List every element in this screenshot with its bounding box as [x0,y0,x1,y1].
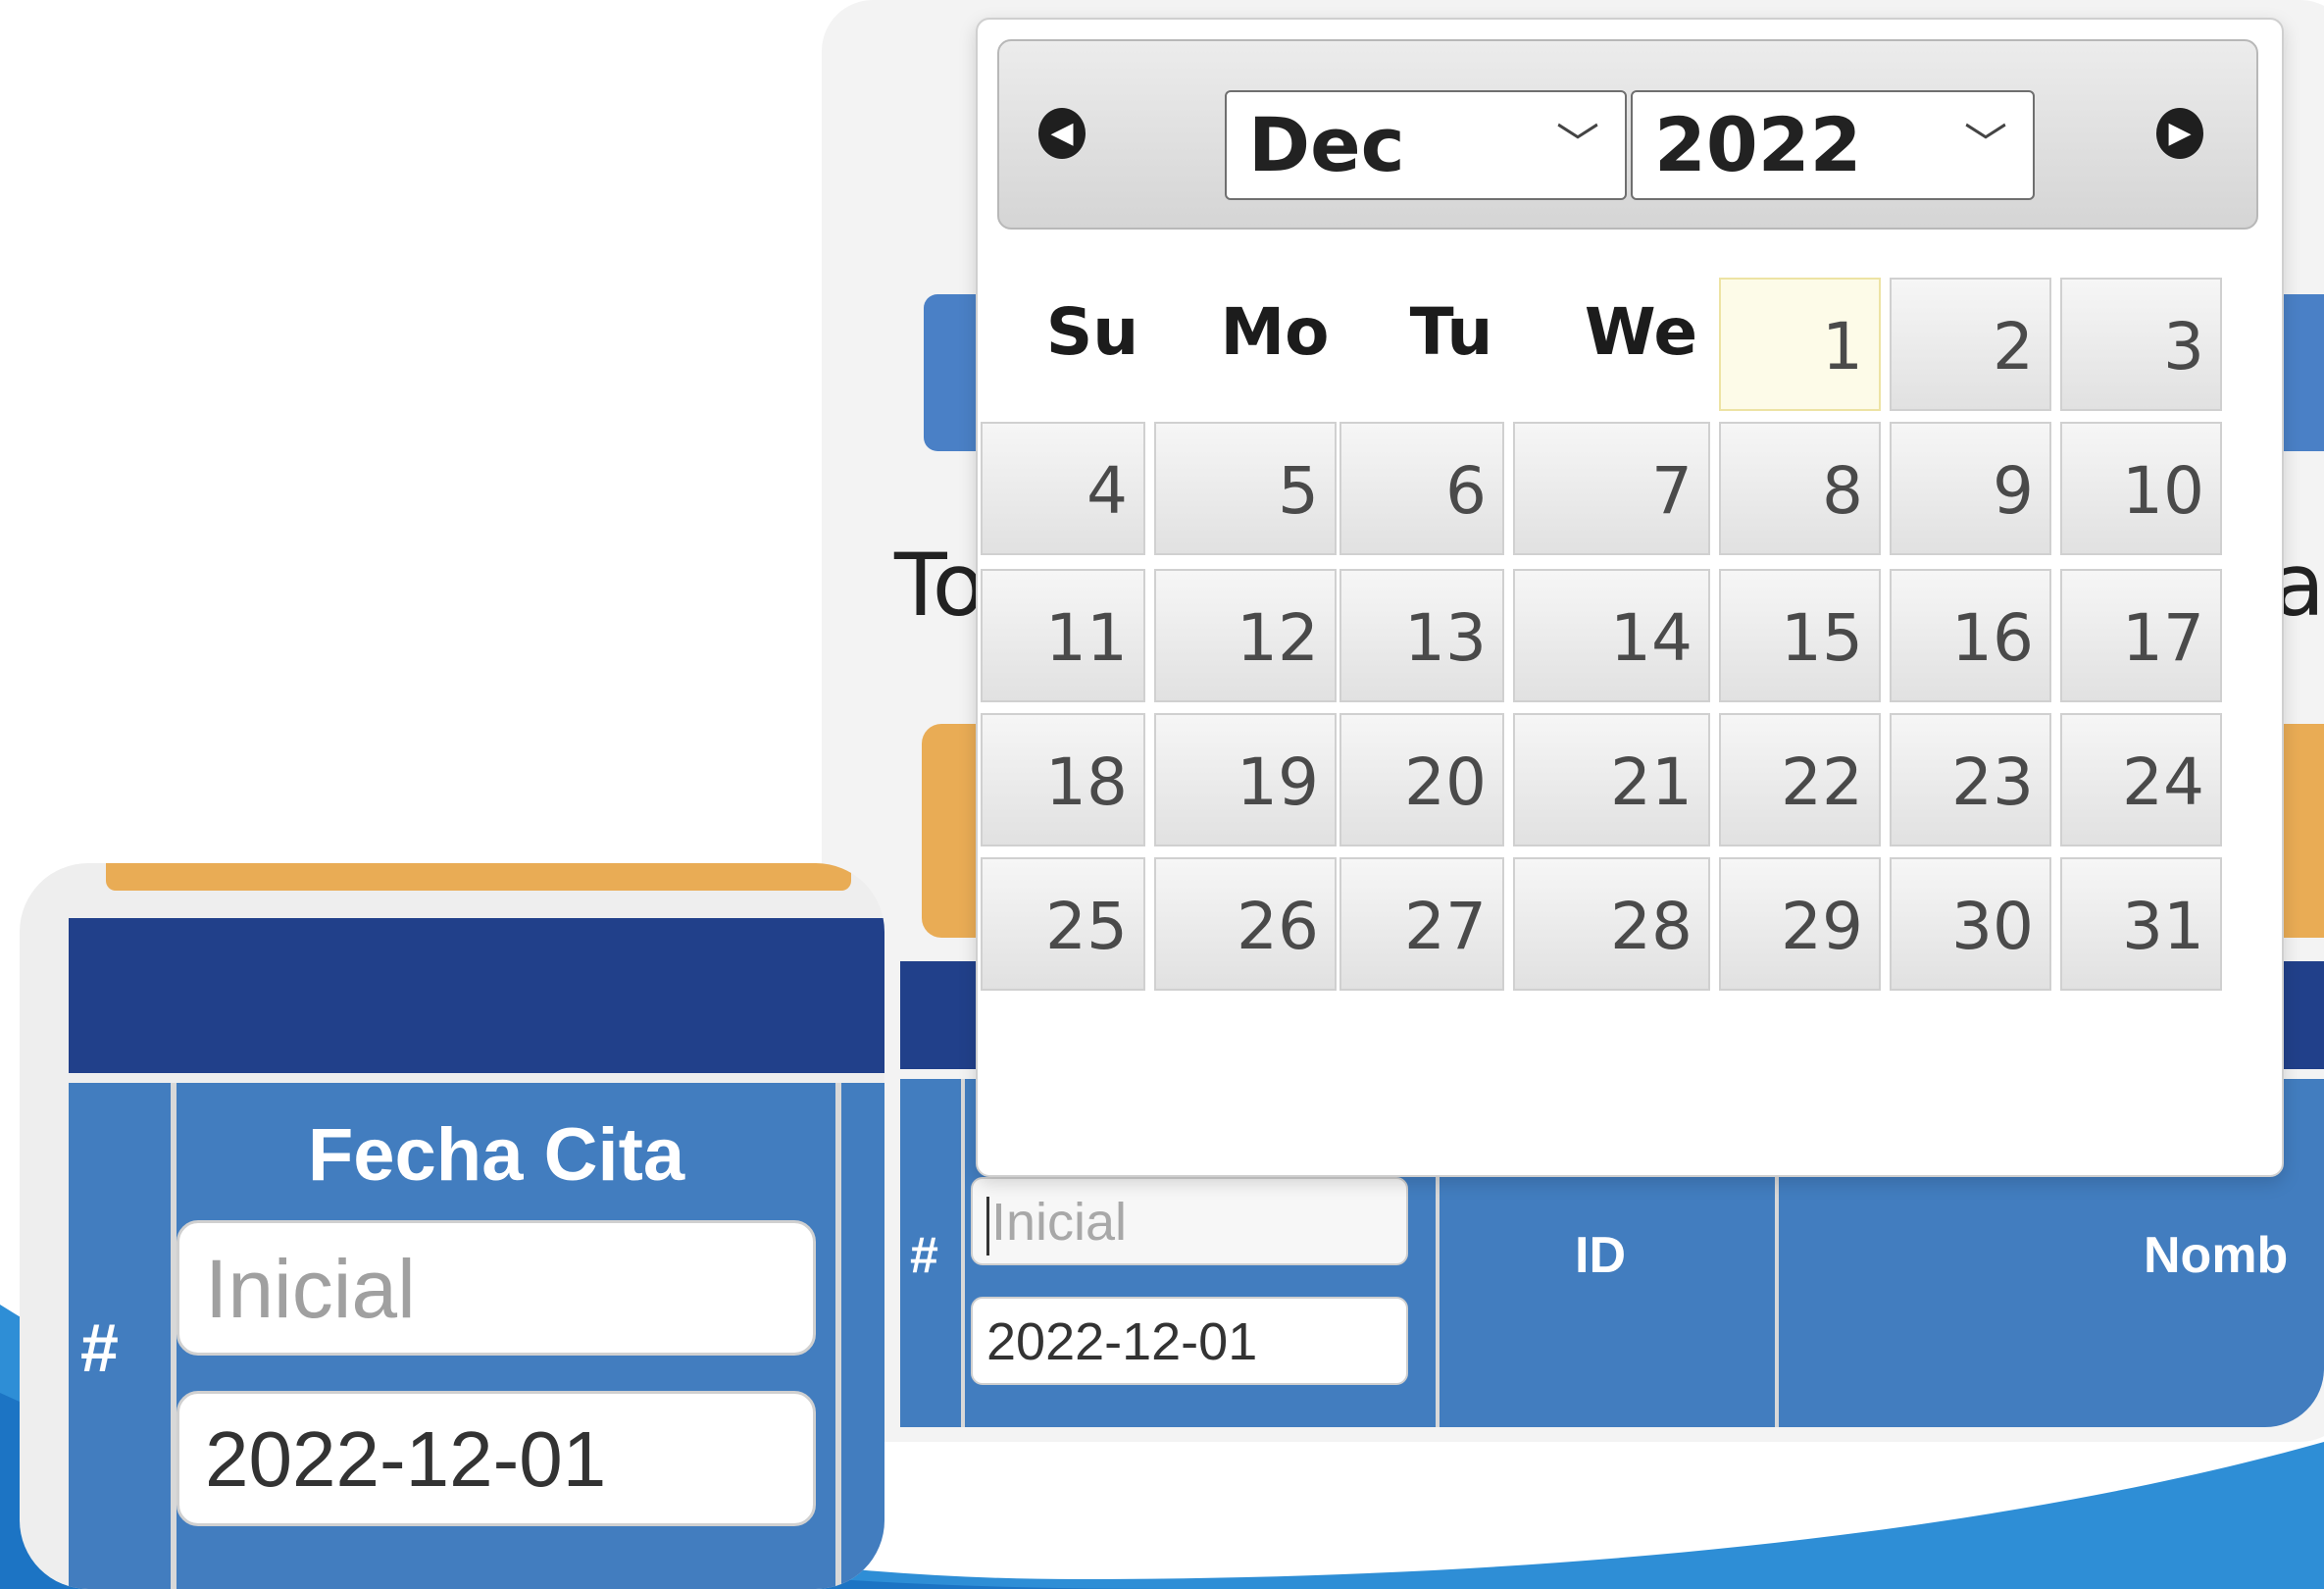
fecha-inicial-placeholder: Inicial [991,1193,1128,1252]
column-header-id[interactable]: ID [1575,1226,1626,1285]
calendar-day-19[interactable]: 19 [1154,713,1337,846]
chevron-down-icon: ﹀ [1964,120,2007,170]
calendar-day-1[interactable]: 1 [1719,278,1881,411]
next-arrow-icon[interactable]: ▶ [2156,108,2203,159]
calendar-day-13[interactable]: 13 [1339,569,1504,702]
zoom-column-title: Fecha Cita [307,1113,685,1197]
month-select[interactable]: Dec ﹀ [1225,90,1627,200]
calendar-day-14[interactable]: 14 [1513,569,1710,702]
calendar-day-30[interactable]: 30 [1890,857,2051,991]
zoom-column-hash: # [80,1309,119,1386]
calendar-day-23[interactable]: 23 [1890,713,2051,846]
weekday-we: We [1584,294,1698,370]
calendar-day-21[interactable]: 21 [1513,713,1710,846]
calendar-day-11[interactable]: 11 [981,569,1145,702]
calendar-day-3[interactable]: 3 [2060,278,2222,411]
year-select-value: 2022 [1654,101,1862,188]
weekday-tu: Tu [1409,294,1493,370]
calendar-day-27[interactable]: 27 [1339,857,1504,991]
prev-arrow-icon[interactable]: ◀ [1038,108,1086,159]
calendar-day-18[interactable]: 18 [981,713,1145,846]
calendar-day-31[interactable]: 31 [2060,857,2222,991]
column-header-nombre[interactable]: Nomb [2144,1226,2288,1285]
calendar-day-12[interactable]: 12 [1154,569,1337,702]
zoom-column-divider [835,1083,841,1589]
zoom-orange-strip [106,863,851,891]
weekday-mo: Mo [1220,294,1330,370]
calendar-day-5[interactable]: 5 [1154,422,1337,555]
calendar-day-15[interactable]: 15 [1719,569,1881,702]
calendar-day-22[interactable]: 22 [1719,713,1881,846]
calendar-day-10[interactable]: 10 [2060,422,2222,555]
calendar-day-25[interactable]: 25 [981,857,1145,991]
column-divider [961,1079,965,1427]
zoom-callout: # Fecha Cita Inicial 2022-12-01 [20,863,884,1589]
column-header-hash: # [910,1227,938,1284]
calendar-day-28[interactable]: 28 [1513,857,1710,991]
year-select[interactable]: 2022 ﹀ [1631,90,2035,200]
zoom-table-header: # Fecha Cita Inicial 2022-12-01 [69,1083,884,1589]
datepicker-header: ◀ Dec ﹀ 2022 ﹀ ▶ [997,39,2258,230]
calendar-day-17[interactable]: 17 [2060,569,2222,702]
weekday-su: Su [1045,294,1139,370]
zoom-date-input[interactable]: 2022-12-01 [177,1391,816,1526]
zoom-inicial-input[interactable]: Inicial [177,1220,816,1356]
calendar-day-8[interactable]: 8 [1719,422,1881,555]
calendar-day-2[interactable]: 2 [1890,278,2051,411]
zoom-title-bar [69,918,884,1073]
datepicker: ◀ Dec ﹀ 2022 ﹀ ▶ SuMoTuWeThFrSa 12345678… [976,18,2284,1177]
calendar-day-7[interactable]: 7 [1513,422,1710,555]
calendar-day-6[interactable]: 6 [1339,422,1504,555]
calendar-day-20[interactable]: 20 [1339,713,1504,846]
chevron-down-icon: ﹀ [1556,120,1599,170]
fecha-inicial-input[interactable]: Inicial [971,1177,1408,1265]
month-select-value: Dec [1248,101,1405,188]
calendar-day-24[interactable]: 24 [2060,713,2222,846]
text-caret [986,1196,989,1256]
calendar-day-29[interactable]: 29 [1719,857,1881,991]
calendar-day-9[interactable]: 9 [1890,422,2051,555]
calendar-day-26[interactable]: 26 [1154,857,1337,991]
calendar-day-4[interactable]: 4 [981,422,1145,555]
fecha-final-input[interactable]: 2022-12-01 [971,1297,1408,1385]
partial-text-left: To [894,535,985,636]
calendar-day-16[interactable]: 16 [1890,569,2051,702]
